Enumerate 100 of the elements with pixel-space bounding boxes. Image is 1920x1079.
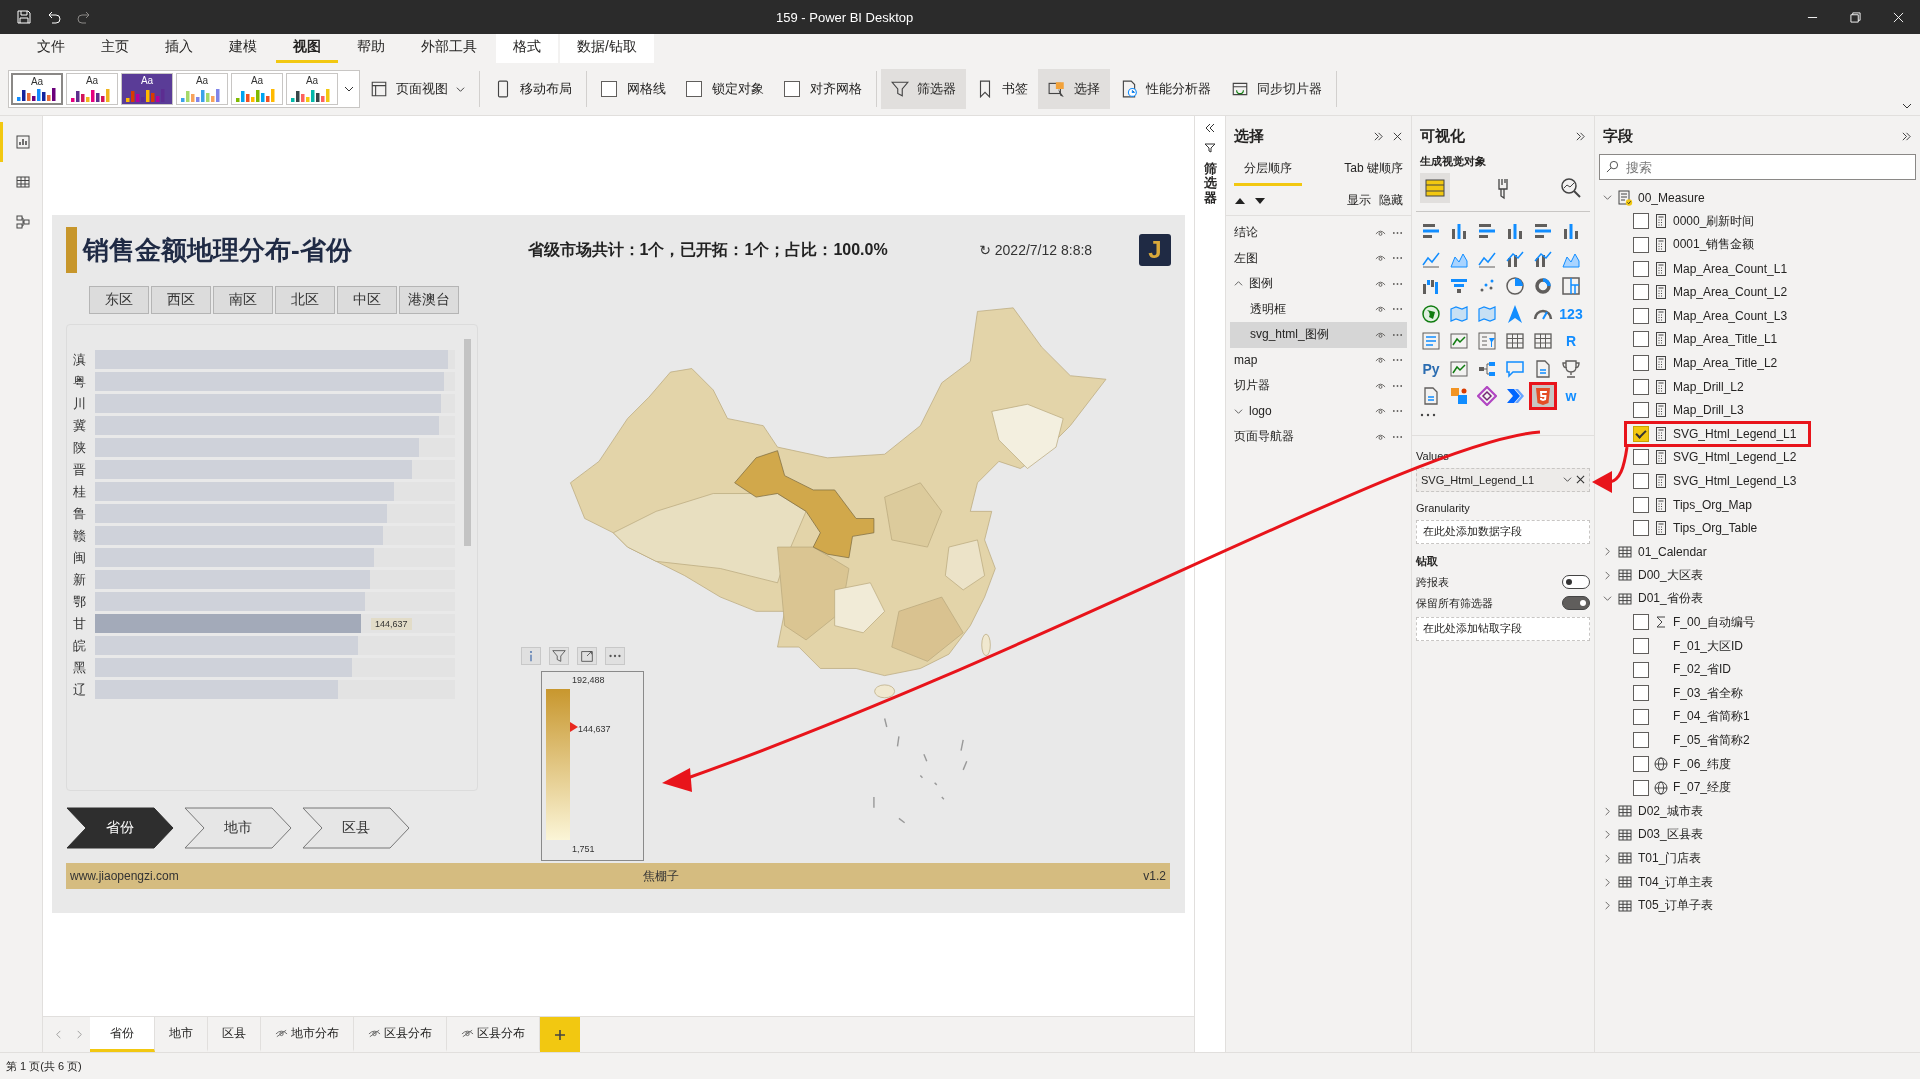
add-page-button[interactable] — [540, 1017, 580, 1052]
menu-tab[interactable]: 帮助 — [340, 34, 402, 63]
collapse-icon[interactable] — [1575, 130, 1586, 142]
chevron-right-icon[interactable] — [1603, 853, 1612, 863]
drop-field[interactable]: 在此处添加数据字段 — [1416, 519, 1590, 544]
checkbox[interactable] — [1633, 472, 1649, 489]
theme-button[interactable]: Aa — [286, 73, 338, 105]
ribbon-button[interactable]: 书签 — [966, 69, 1038, 109]
field-name[interactable]: F_03_省全称 — [1673, 684, 1744, 702]
layer-item[interactable]: logo — [1230, 398, 1407, 424]
layer-item[interactable]: 页面导航器 — [1230, 424, 1407, 450]
page-tab[interactable]: 地市分布 — [261, 1017, 354, 1052]
checkbox[interactable] — [1633, 378, 1649, 395]
more-icon[interactable] — [1420, 412, 1436, 417]
checkbox[interactable] — [784, 81, 800, 97]
more-icon[interactable] — [1392, 383, 1403, 388]
field-name[interactable]: Tips_Org_Map — [1673, 497, 1752, 512]
donut-chart-icon[interactable] — [1532, 275, 1554, 297]
kpi-icon[interactable] — [1448, 330, 1470, 352]
scrollbar-thumb[interactable] — [464, 339, 471, 546]
layer-item[interactable]: 左图 — [1230, 245, 1407, 271]
html5-icon[interactable] — [1532, 385, 1554, 407]
redo-icon[interactable] — [76, 9, 92, 25]
table-name[interactable]: D02_城市表 — [1638, 802, 1703, 820]
checkbox[interactable] — [1633, 708, 1649, 725]
highlighted-field-row[interactable]: SVG_Html_Legend_L1 — [1625, 421, 1810, 446]
remove-icon[interactable] — [1576, 475, 1585, 484]
checkbox[interactable] — [1633, 331, 1649, 348]
page-view-dropdown[interactable]: 页面视图 — [360, 69, 475, 109]
checkbox[interactable] — [1633, 614, 1649, 631]
visual-type-button[interactable]: Py — [1420, 357, 1442, 380]
table-icon[interactable] — [1504, 330, 1526, 352]
menu-tab[interactable]: 建模 — [212, 34, 274, 63]
checkbox[interactable] — [1633, 661, 1649, 678]
field-name[interactable]: Map_Area_Count_L3 — [1673, 308, 1788, 323]
menu-tab[interactable]: 文件 — [20, 34, 82, 63]
theme-button[interactable]: Aa — [176, 73, 228, 105]
chevron-right-icon[interactable] — [1603, 570, 1612, 580]
checkbox[interactable] — [1633, 260, 1649, 277]
layer-item[interactable]: 切片器 — [1230, 373, 1407, 399]
eye-icon[interactable] — [1375, 279, 1386, 288]
field-name[interactable]: 0001_销售金额 — [1673, 236, 1755, 254]
close-icon[interactable] — [1392, 130, 1403, 142]
chevron-right-icon[interactable] — [1603, 806, 1612, 816]
checkbox[interactable] — [1633, 638, 1649, 655]
legend-visual[interactable]: 192,488 144,637 1,751 — [541, 671, 644, 861]
region-button[interactable]: 西区 — [151, 286, 211, 314]
eye-icon[interactable] — [1375, 432, 1386, 441]
page-tab[interactable]: 地市 — [155, 1017, 208, 1052]
more-icon[interactable] — [1392, 332, 1403, 337]
theme-button[interactable]: Aa — [121, 73, 173, 105]
checkbox[interactable] — [1633, 213, 1649, 230]
drop-field[interactable]: 在此处添加钻取字段 — [1416, 616, 1590, 641]
field-name[interactable]: Map_Area_Count_L1 — [1673, 261, 1788, 276]
more-icon[interactable] — [1392, 307, 1403, 312]
search-field[interactable]: 搜索 — [1599, 154, 1916, 180]
expand-icon[interactable] — [1204, 122, 1216, 134]
field-name[interactable]: Map_Area_Count_L2 — [1673, 285, 1788, 300]
eye-icon[interactable] — [1375, 305, 1386, 314]
slicer-icon[interactable] — [1476, 330, 1498, 352]
field-name[interactable]: F_00_自动编号 — [1673, 614, 1756, 631]
website-link[interactable]: www.jiaopengzi.com — [70, 869, 179, 883]
fields-well-icon[interactable] — [1420, 173, 1450, 203]
undo-icon[interactable] — [46, 9, 62, 25]
checkbox[interactable] — [1633, 237, 1649, 253]
checkbox[interactable] — [1633, 779, 1649, 796]
checkbox[interactable] — [1633, 402, 1649, 419]
drill-level-button[interactable]: 省份 — [66, 807, 174, 849]
menu-tab[interactable]: 主页 — [84, 34, 146, 63]
menu-tab[interactable]: 插入 — [148, 34, 210, 63]
menu-tab[interactable]: 外部工具 — [404, 34, 494, 63]
drill-level-button[interactable]: 区县 — [302, 807, 410, 849]
move-up-icon[interactable] — [1234, 196, 1246, 205]
field-name[interactable]: Map_Drill_L3 — [1673, 403, 1744, 418]
eye-icon[interactable] — [1375, 330, 1386, 339]
more-icon[interactable] — [1392, 358, 1403, 363]
theme-button[interactable]: Aa — [231, 73, 283, 105]
field-name[interactable]: F_02_省ID — [1673, 661, 1732, 679]
ribbon-button[interactable]: 同步切片器 — [1221, 69, 1332, 109]
pie-chart-icon[interactable] — [1504, 275, 1526, 297]
ribbon-button[interactable]: 移动布局 — [484, 69, 582, 109]
chevron-right-icon[interactable] — [1603, 547, 1612, 557]
more-icon[interactable] — [1392, 409, 1403, 414]
treemap-icon[interactable] — [1560, 275, 1582, 297]
field-name[interactable]: Map_Drill_L2 — [1673, 379, 1744, 394]
layer-item[interactable]: 图例 — [1230, 271, 1407, 297]
checkbox[interactable] — [1633, 520, 1649, 537]
ribbon-button[interactable]: 选择 — [1038, 69, 1110, 109]
page-tab[interactable]: 省份 — [90, 1017, 155, 1052]
chevron-right-icon[interactable] — [1603, 830, 1612, 840]
toggle-switch[interactable] — [1562, 575, 1590, 589]
region-button[interactable]: 中区 — [337, 286, 397, 314]
chevron-right-icon[interactable] — [1603, 877, 1612, 887]
checkbox[interactable] — [1633, 685, 1649, 702]
field-name[interactable]: F_01_大区ID — [1673, 637, 1744, 655]
filter-icon[interactable] — [1204, 142, 1216, 154]
globe-icon[interactable] — [1420, 302, 1442, 325]
more-icon[interactable] — [1392, 281, 1403, 286]
checkbox[interactable] — [1633, 496, 1649, 513]
collapse-icon[interactable] — [1901, 130, 1912, 142]
